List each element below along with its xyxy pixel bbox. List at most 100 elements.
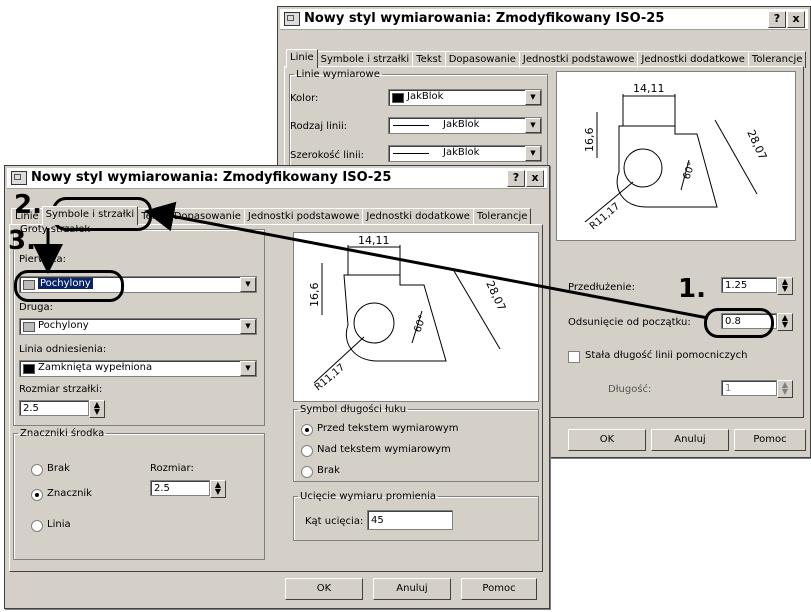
tab-jednostki-dodatkowe[interactable]: Jednostki dodatkowe <box>362 208 474 225</box>
dlugosc-input[interactable]: 1 <box>721 380 777 396</box>
nad-label: Nad tekstem wymiarowym <box>317 444 451 455</box>
brak2-radio[interactable] <box>301 466 313 478</box>
help-button[interactable]: ? <box>507 170 525 187</box>
brak-radio[interactable] <box>31 464 43 476</box>
filled-arrow-icon <box>23 364 35 374</box>
preview-angle: 60° <box>412 314 428 334</box>
group-title: Linie wymiarowe <box>296 69 380 80</box>
przed-radio[interactable] <box>301 424 313 436</box>
druga-combo[interactable]: Pochylony ▼ <box>19 318 257 335</box>
help-button[interactable]: ? <box>768 11 786 28</box>
back-title: Nowy styl wymiarowania: Zmodyfikowany IS… <box>304 11 665 26</box>
znacznik-radio[interactable] <box>31 489 43 501</box>
stala-label: Stała długość linii pomocniczych <box>585 350 748 361</box>
tab-dopasowanie[interactable]: Dopasowanie <box>169 208 245 225</box>
tab-linie[interactable]: Linie <box>286 49 318 68</box>
linia-odn-combo[interactable]: Zamknięta wypełniona ▼ <box>19 360 257 377</box>
kolor-value: JakBlok <box>407 91 444 102</box>
chevron-down-icon[interactable]: ▼ <box>525 90 541 105</box>
preview-dim-top: 14,11 <box>633 82 665 95</box>
tab-jednostki-podstawowe[interactable]: Jednostki podstawowe <box>243 208 364 225</box>
przedluzenie-spinner[interactable]: ▲ ▼ <box>777 277 793 295</box>
back-tabs: Linie Symbole i strzałki Tekst Dopasowanie J… <box>286 49 807 68</box>
stala-checkbox[interactable] <box>568 351 580 363</box>
chevron-down-icon[interactable]: ▼ <box>240 361 256 376</box>
color-swatch <box>392 93 404 103</box>
preview-drawing: 14,11 16,6 28,07 60° R11,17 <box>308 234 508 393</box>
uciecie-title: Ucięcie wymiaru promienia <box>300 491 437 502</box>
linia-label: Linia <box>47 519 71 530</box>
rodzaj-combo[interactable]: JakBlok ▼ <box>388 117 542 134</box>
szerokosc-label: Szerokość linii: <box>290 150 365 161</box>
dlugosc-spinner[interactable]: ▲ ▼ <box>777 380 793 398</box>
preview-angle: 60° <box>681 161 697 181</box>
arrow-tick-icon <box>23 322 35 332</box>
back-titlebar: Nowy styl wymiarowania: Zmodyfikowany IS… <box>280 9 808 30</box>
odsuniecie-spinner[interactable]: ▲ ▼ <box>777 313 793 331</box>
znaczniki-title: Znaczniki środka <box>20 428 105 439</box>
rodzaj-label: Rodzaj linii: <box>290 121 348 132</box>
ok-button[interactable]: OK <box>285 578 363 600</box>
preview-dim-right: 28,07 <box>483 279 508 313</box>
chevron-down-icon[interactable]: ▼ <box>525 118 541 133</box>
kolor-combo[interactable]: JakBlok ▼ <box>388 89 542 106</box>
przed-label: Przed tekstem wymiarowym <box>317 423 459 434</box>
annotation-oval-first <box>14 270 124 302</box>
szerokosc-value: JakBlok <box>443 147 480 158</box>
anuluj-button[interactable]: Anuluj <box>373 578 451 600</box>
front-dialog: Nowy styl wymiarowania: Zmodyfikowany IS… <box>4 165 550 609</box>
annotation-oval-offset <box>704 308 774 338</box>
rozmiar-strzalki-spinner[interactable]: ▲ ▼ <box>89 400 105 418</box>
ok-button[interactable]: OK <box>568 429 646 451</box>
rozmiar-strzalki-label: Rozmiar strzałki: <box>19 384 103 395</box>
dialog-app-icon <box>11 171 27 185</box>
annotation-step-1: 1. <box>678 274 706 304</box>
line-sample <box>393 153 429 154</box>
szerokosc-combo[interactable]: JakBlok ▼ <box>388 145 542 162</box>
kat-label: Kąt ucięcia: <box>305 516 364 527</box>
close-button[interactable]: x <box>787 11 805 28</box>
front-tabs: Linie Symbole i strzałki Tekst Dopasowanie J… <box>11 206 532 225</box>
rozmiar-input[interactable]: 2.5 <box>150 480 210 496</box>
chevron-down-icon[interactable]: ▼ <box>240 277 256 292</box>
pomoc-button[interactable]: Pomoc <box>461 578 537 600</box>
line-sample <box>393 125 429 126</box>
preview-radius: R11,17 <box>313 362 347 393</box>
chevron-down-icon[interactable]: ▼ <box>525 146 541 161</box>
rozmiar-label: Rozmiar: <box>150 463 194 474</box>
znacznik-label: Znacznik <box>47 488 92 499</box>
kat-input[interactable]: 45 <box>367 510 453 530</box>
linia-odn-value: Zamknięta wypełniona <box>38 362 153 373</box>
back-preview: 14,11 16,6 28,07 60° R11,17 <box>556 71 796 241</box>
brak2-label: Brak <box>317 465 340 476</box>
tab-symbole[interactable]: Symbole i strzałki <box>41 206 139 225</box>
druga-value: Pochylony <box>38 320 89 331</box>
odsuniecie-label: Odsunięcie od początku: <box>568 317 691 328</box>
linia-odn-label: Linia odniesienia: <box>19 344 107 355</box>
dialog-app-icon <box>284 12 300 26</box>
rozmiar-strzalki-input[interactable]: 2.5 <box>19 400 89 416</box>
dlugosc-label: Długość: <box>608 384 652 395</box>
preview-dim-right: 28,07 <box>744 128 769 162</box>
nad-radio[interactable] <box>301 445 313 457</box>
preview-dim-top: 14,11 <box>358 234 390 247</box>
linia-radio[interactable] <box>31 520 43 532</box>
front-preview: 14,11 16,6 28,07 60° R11,17 <box>293 232 539 402</box>
close-button[interactable]: x <box>526 170 544 187</box>
symbol-title: Symbol długości łuku <box>300 404 407 415</box>
tab-tolerancje[interactable]: Tolerancje <box>472 208 532 225</box>
przedluzenie-label: Przedłużenie: <box>568 282 635 293</box>
anuluj-button[interactable]: Anuluj <box>651 429 729 451</box>
chevron-down-icon[interactable]: ▼ <box>240 319 256 334</box>
rodzaj-value: JakBlok <box>443 119 480 130</box>
preview-drawing: 14,11 16,6 28,07 60° R11,17 <box>583 82 769 232</box>
rozmiar-spinner[interactable]: ▲ ▼ <box>210 480 226 498</box>
preview-dim-left: 16,6 <box>583 128 596 153</box>
przedluzenie-input[interactable]: 1.25 <box>721 277 777 293</box>
pomoc-button[interactable]: Pomoc <box>734 429 806 451</box>
druga-label: Druga: <box>19 302 53 313</box>
kolor-label: Kolor: <box>290 93 319 104</box>
front-titlebar: Nowy styl wymiarowania: Zmodyfikowany IS… <box>7 168 547 189</box>
annotation-step-3: 3. <box>8 226 36 256</box>
brak-label: Brak <box>47 463 70 474</box>
